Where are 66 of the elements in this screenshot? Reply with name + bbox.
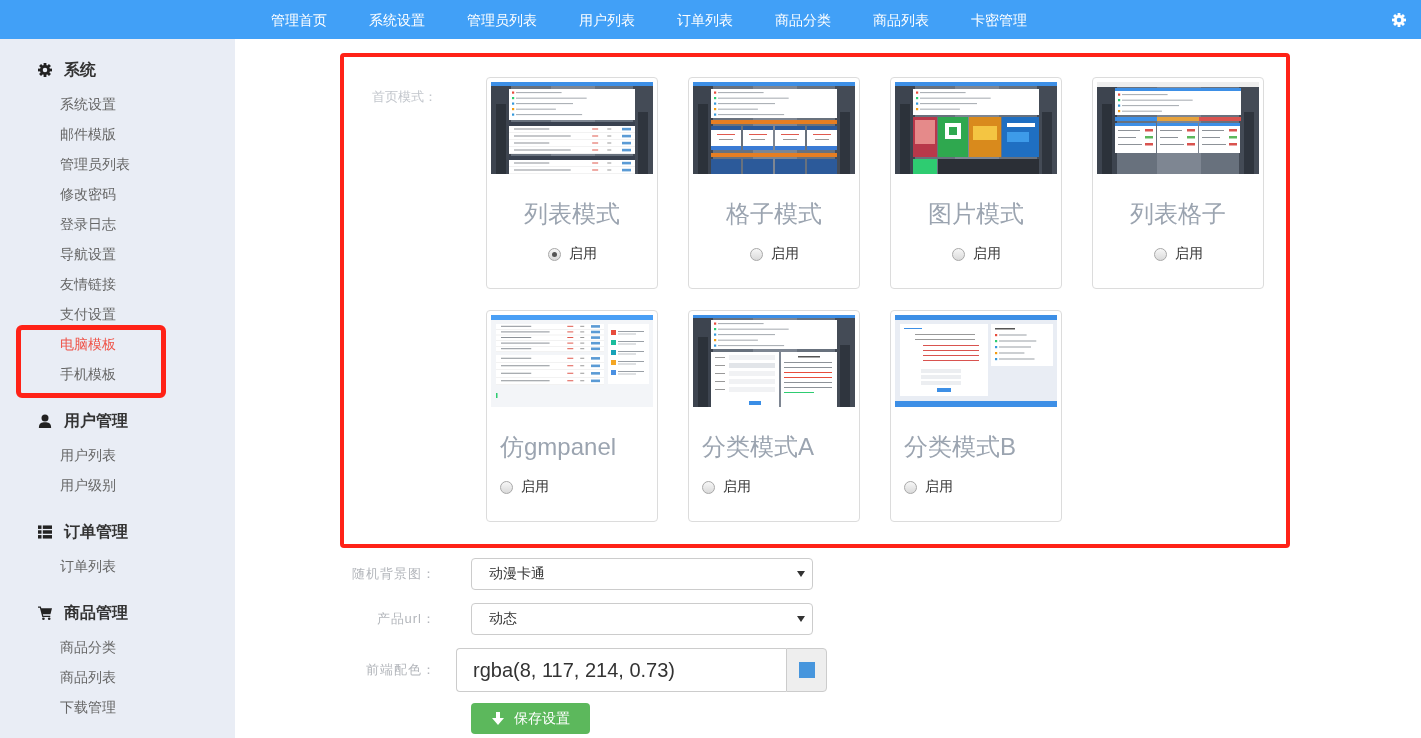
sidebar-group-title: 用户管理 (64, 410, 128, 431)
card-title: 分类模式A (702, 433, 814, 461)
radio-label[interactable]: 启用 (1174, 245, 1203, 263)
card-title: 仿gmpanel (500, 433, 617, 461)
nav-link[interactable]: 商品分类 (775, 9, 831, 30)
sidebar-item[interactable]: 电脑模板 (60, 336, 116, 354)
sidebar-item[interactable]: 商品分类 (60, 639, 116, 657)
caret-icon (797, 571, 805, 577)
gear-icon (38, 63, 52, 77)
radio-label[interactable]: 启用 (770, 245, 799, 263)
radio-button[interactable] (749, 247, 763, 261)
field-label: 随机背景图： (352, 565, 436, 583)
list-icon (38, 525, 52, 539)
color-swatch-icon (798, 662, 815, 678)
sidebar-item[interactable]: 修改密码 (60, 186, 116, 204)
sidebar-group-title: 商品管理 (64, 602, 128, 623)
sidebar-item[interactable]: 邮件模版 (60, 126, 116, 144)
card-title: 格子模式 (726, 200, 822, 228)
sidebar-group-title: 订单管理 (64, 521, 128, 542)
sidebar-item[interactable]: 商品列表 (60, 669, 116, 687)
cart-icon (38, 606, 52, 620)
settings-icon[interactable] (1392, 12, 1406, 27)
radio-label[interactable]: 启用 (925, 478, 953, 496)
sidebar-item[interactable]: 管理员列表 (60, 156, 130, 174)
select-field[interactable]: 动漫卡通 (471, 558, 813, 590)
sidebar-item[interactable]: 系统设置 (60, 96, 116, 114)
nav-link[interactable]: 卡密管理 (971, 9, 1027, 30)
user-icon (38, 414, 52, 428)
radio-label[interactable]: 启用 (568, 245, 597, 263)
card-title: 分类模式B (904, 433, 1016, 461)
nav-link[interactable]: 用户列表 (579, 9, 635, 30)
color-input[interactable]: rgba(8, 117, 214, 0.73) (456, 648, 786, 692)
nav-link[interactable]: 管理员列表 (467, 9, 537, 30)
sidebar-item[interactable]: 支付设置 (60, 306, 116, 324)
radio-button[interactable] (904, 480, 917, 494)
card-title: 列表格子 (1130, 200, 1226, 228)
sidebar-item[interactable]: 用户级别 (60, 477, 116, 495)
radio-button[interactable] (951, 247, 965, 261)
nav-link[interactable]: 系统设置 (369, 9, 425, 30)
sidebar-item[interactable]: 导航设置 (60, 246, 116, 264)
select-field[interactable]: 动态 (471, 603, 813, 635)
color-picker-button[interactable] (786, 648, 827, 692)
sidebar-item[interactable]: 用户列表 (60, 447, 116, 465)
radio-button[interactable] (702, 480, 715, 494)
card-title: 图片模式 (928, 200, 1024, 228)
radio-button[interactable] (500, 480, 513, 494)
download-icon (491, 712, 504, 725)
radio-label[interactable]: 启用 (521, 478, 549, 496)
nav-link[interactable]: 商品列表 (873, 9, 929, 30)
sidebar-item[interactable]: 登录日志 (60, 216, 116, 234)
sidebar-item[interactable]: 手机模板 (60, 366, 116, 384)
sidebar-item[interactable]: 订单列表 (60, 558, 116, 576)
sidebar-item[interactable]: 下载管理 (60, 699, 116, 717)
sidebar-group-title: 系统 (64, 59, 96, 80)
radio-label[interactable]: 启用 (972, 245, 1001, 263)
nav-link[interactable]: 订单列表 (677, 9, 733, 30)
card-title: 列表模式 (524, 200, 620, 228)
field-label: 首页模式： (372, 89, 437, 104)
sidebar-item[interactable]: 友情链接 (60, 276, 116, 294)
radio-button[interactable] (1153, 247, 1167, 261)
caret-icon (797, 616, 805, 622)
nav-link[interactable]: 管理首页 (271, 9, 327, 30)
radio-button[interactable] (547, 247, 561, 261)
field-label: 产品url： (376, 610, 436, 628)
radio-label[interactable]: 启用 (723, 478, 751, 496)
field-label: 前端配色： (366, 661, 436, 679)
